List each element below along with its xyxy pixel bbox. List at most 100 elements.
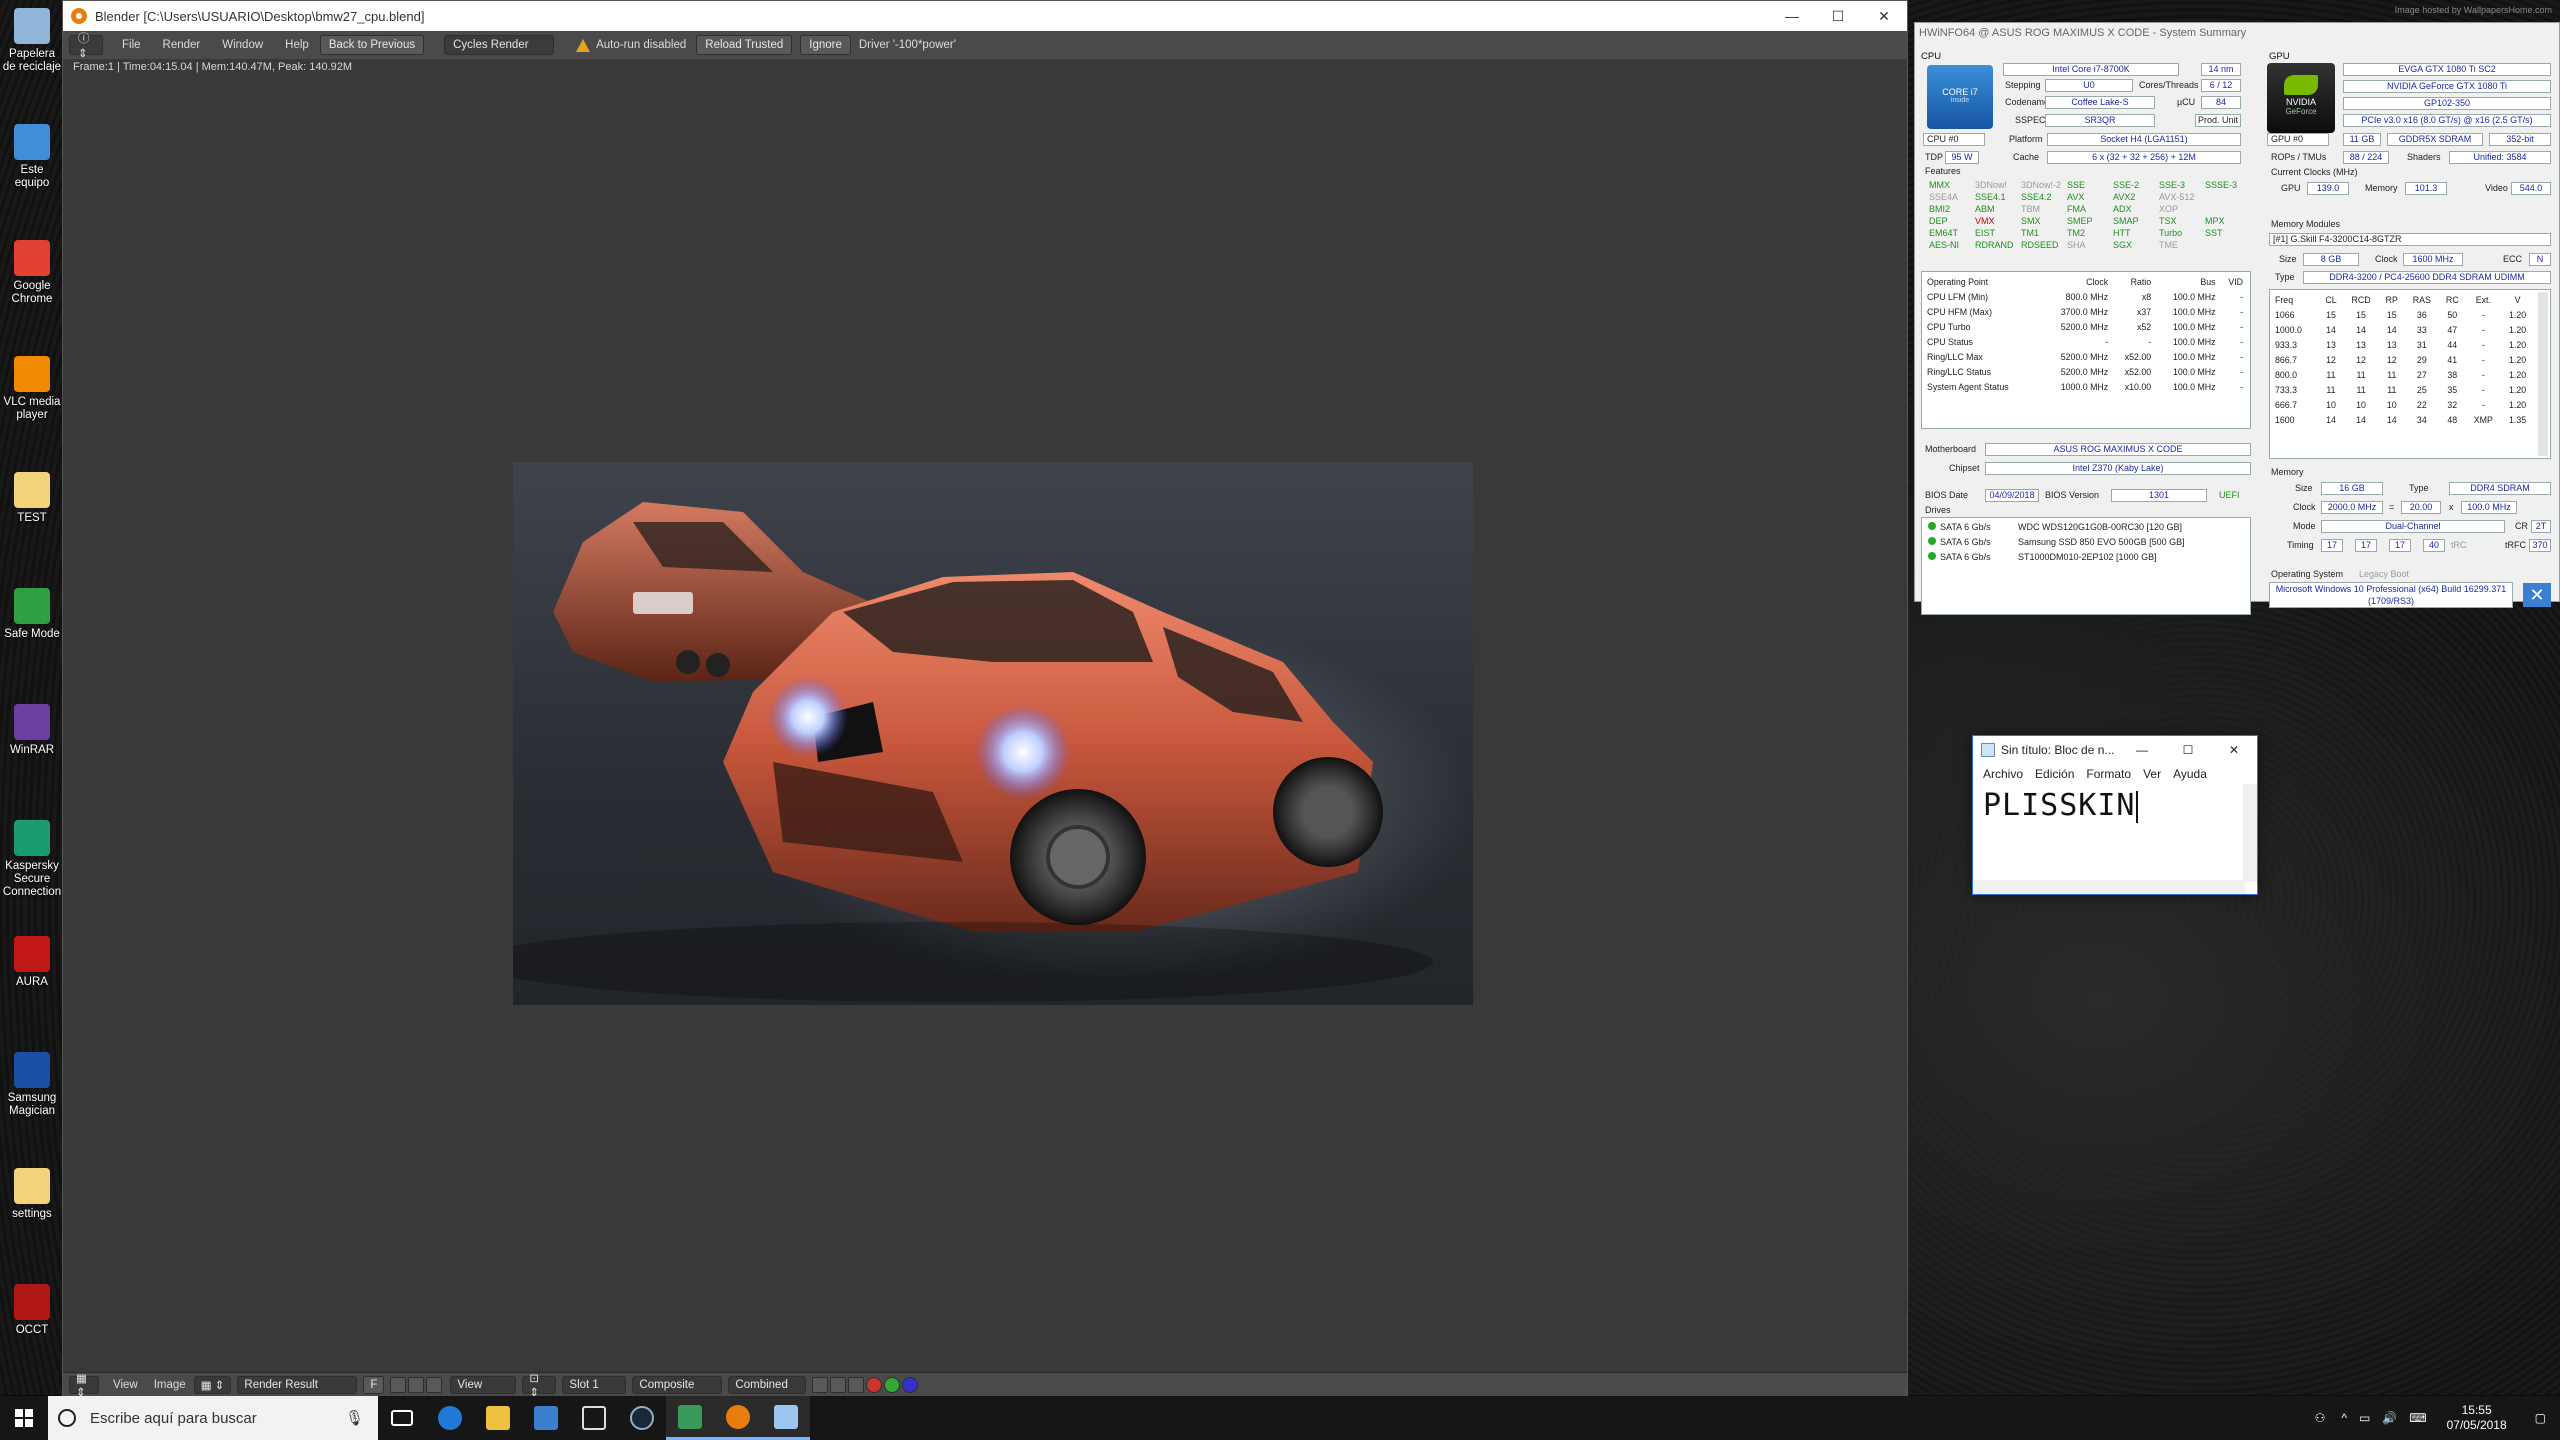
open-image-icon[interactable] <box>408 1376 425 1393</box>
desktop-icon-0[interactable]: Papelera de reciclaje <box>2 8 62 74</box>
menu-ayuda[interactable]: Ayuda <box>2167 767 2213 781</box>
hwinfo-taskbar-button[interactable] <box>666 1396 714 1440</box>
op-cell: 100.0 MHz <box>2173 366 2216 377</box>
task-view-button[interactable] <box>378 1396 426 1440</box>
notepad-close-button[interactable]: ✕ <box>2211 743 2257 757</box>
image-editor-viewport[interactable] <box>63 76 1907 1374</box>
memory-module-select[interactable]: [#1] G.Skill F4-3200C14-8GTZR <box>2269 233 2551 246</box>
menu-window[interactable]: Window <box>211 31 274 59</box>
gpu-select[interactable]: GPU #0 <box>2267 133 2329 146</box>
minimize-button[interactable]: — <box>1769 1 1815 31</box>
notepad-taskbar-button[interactable] <box>762 1396 810 1440</box>
volume-icon[interactable]: 🔊 <box>2376 1411 2403 1425</box>
timing-header-cell: RP <box>2385 294 2398 305</box>
menu-view[interactable]: View <box>105 1371 146 1399</box>
timing-cell: 48 <box>2447 414 2458 425</box>
geforce-logo-text: GeForce <box>2285 107 2317 116</box>
desktop-icon-11[interactable]: OCCT <box>2 1284 62 1337</box>
close-button[interactable]: ✕ <box>1861 1 1907 31</box>
layer-select[interactable]: Composite <box>632 1375 723 1394</box>
menu-edicion[interactable]: Edición <box>2029 767 2080 781</box>
unlink-image-icon[interactable] <box>426 1376 443 1393</box>
image-browse-button[interactable]: ▦ ⇕ <box>193 1375 232 1394</box>
slot-select[interactable]: Slot 1 <box>562 1375 627 1394</box>
timing-cell: 14 <box>2356 324 2366 335</box>
menu-formato[interactable]: Formato <box>2080 767 2137 781</box>
desktop-icon-5[interactable]: Safe Mode <box>2 588 62 641</box>
notepad-minimize-button[interactable]: — <box>2119 743 2165 757</box>
desktop-icon-4[interactable]: TEST <box>2 472 62 525</box>
desktop-icon-7[interactable]: Kaspersky Secure Connection <box>2 820 62 899</box>
menu-image[interactable]: Image <box>146 1371 194 1399</box>
editor-type-button[interactable]: ⓘ ⇕ <box>69 33 103 60</box>
show-hidden-icons-icon[interactable]: ^ <box>2335 1411 2353 1425</box>
desktop-icon-9[interactable]: Samsung Magician <box>2 1052 62 1118</box>
pivot-select[interactable]: ⊡ ⇕ <box>522 1373 557 1399</box>
drive-row: SATA 6 Gb/s WDC WDS120G1G0B-00RC30 [120 G… <box>1928 522 2182 532</box>
clock[interactable]: 15:55 07/05/2018 <box>2433 1403 2521 1433</box>
menu-ver[interactable]: Ver <box>2137 767 2167 781</box>
menu-archivo[interactable]: Archivo <box>1977 767 2029 781</box>
desktop-icon-8[interactable]: AURA <box>2 936 62 989</box>
store-button[interactable] <box>522 1396 570 1440</box>
back-to-previous-button[interactable]: Back to Previous <box>319 35 425 55</box>
desktop-icon-label: TEST <box>17 512 47 524</box>
desktop-icon-2[interactable]: Google Chrome <box>2 240 62 306</box>
cpu-select[interactable]: CPU #0 <box>1923 133 1985 146</box>
menu-render[interactable]: Render <box>152 31 212 59</box>
timing-cell: 34 <box>2416 414 2427 425</box>
edge-button[interactable] <box>426 1396 474 1440</box>
menu-file[interactable]: File <box>111 31 152 59</box>
timings-scrollbar[interactable] <box>2538 292 2548 456</box>
z-buffer-icon[interactable] <box>848 1376 865 1393</box>
cpu-process: 14 nm <box>2201 63 2241 76</box>
steam-button[interactable] <box>618 1396 666 1440</box>
timing-cell: 41 <box>2447 354 2458 365</box>
alpha-icon[interactable] <box>830 1376 847 1393</box>
timing-cell: 1.20 <box>2509 324 2527 335</box>
file-explorer-button[interactable] <box>474 1396 522 1440</box>
keyboard-icon[interactable]: ⌨ <box>2403 1411 2432 1425</box>
drive-row: SATA 6 Gb/s Samsung SSD 850 EVO 500GB [50… <box>1928 537 2185 547</box>
ignore-button[interactable]: Ignore <box>800 35 851 55</box>
timing-cell: 14 <box>2386 414 2397 425</box>
timing-cell: - <box>2481 384 2485 395</box>
view-mode-select[interactable]: View <box>450 1375 517 1394</box>
features-label: Features <box>1925 166 1961 176</box>
fake-user-button[interactable]: F <box>363 1375 385 1394</box>
blue-channel-icon[interactable] <box>902 1376 919 1393</box>
desktop-icon-label: Google Chrome <box>11 280 53 305</box>
close-summary-button[interactable]: ✕ <box>2523 583 2551 607</box>
op-cell: - <box>2148 336 2152 347</box>
cpu-feature: HTT <box>2113 228 2131 238</box>
render-engine-select[interactable]: Cycles Render <box>444 35 555 55</box>
green-channel-icon[interactable] <box>884 1376 901 1393</box>
network-icon[interactable]: ▭ <box>2353 1411 2376 1425</box>
notepad-hscrollbar[interactable] <box>1973 880 2245 894</box>
back-label: Back to Previous <box>328 39 416 51</box>
mem-type-label: Type <box>2409 483 2429 493</box>
mail-button[interactable] <box>570 1396 618 1440</box>
microphone-icon[interactable]: 🎙 <box>345 1409 364 1427</box>
desktop-icon-1[interactable]: Este equipo <box>2 124 62 190</box>
pass-select[interactable]: Combined <box>728 1375 807 1394</box>
desktop-icon-6[interactable]: WinRAR <box>2 704 62 757</box>
maximize-button[interactable]: ☐ <box>1815 1 1861 31</box>
notepad-maximize-button[interactable]: ☐ <box>2165 743 2211 757</box>
desktop-icon-10[interactable]: settings <box>2 1168 62 1221</box>
notifications-icon[interactable]: ▢ <box>2521 1411 2560 1425</box>
reload-trusted-button[interactable]: Reload Trusted <box>696 35 793 55</box>
red-channel-icon[interactable] <box>866 1376 883 1393</box>
image-name-field[interactable]: Render Result <box>237 1375 358 1394</box>
notepad-text-area[interactable]: PLISSKIN <box>1983 788 2138 823</box>
menu-help[interactable]: Help <box>274 31 320 59</box>
desktop-icon-3[interactable]: VLC media player <box>2 356 62 422</box>
draw-channel-icon[interactable] <box>812 1376 829 1393</box>
editor-type-menu[interactable]: ▦ ⇕ <box>69 1373 99 1399</box>
people-icon[interactable]: ⚇ <box>2305 1411 2336 1425</box>
blender-taskbar-button[interactable] <box>714 1396 762 1440</box>
new-image-icon[interactable] <box>390 1376 407 1393</box>
notepad-vscrollbar[interactable] <box>2243 784 2257 882</box>
search-box[interactable]: Escribe aquí para buscar 🎙 <box>48 1396 378 1440</box>
start-button[interactable] <box>0 1396 48 1440</box>
